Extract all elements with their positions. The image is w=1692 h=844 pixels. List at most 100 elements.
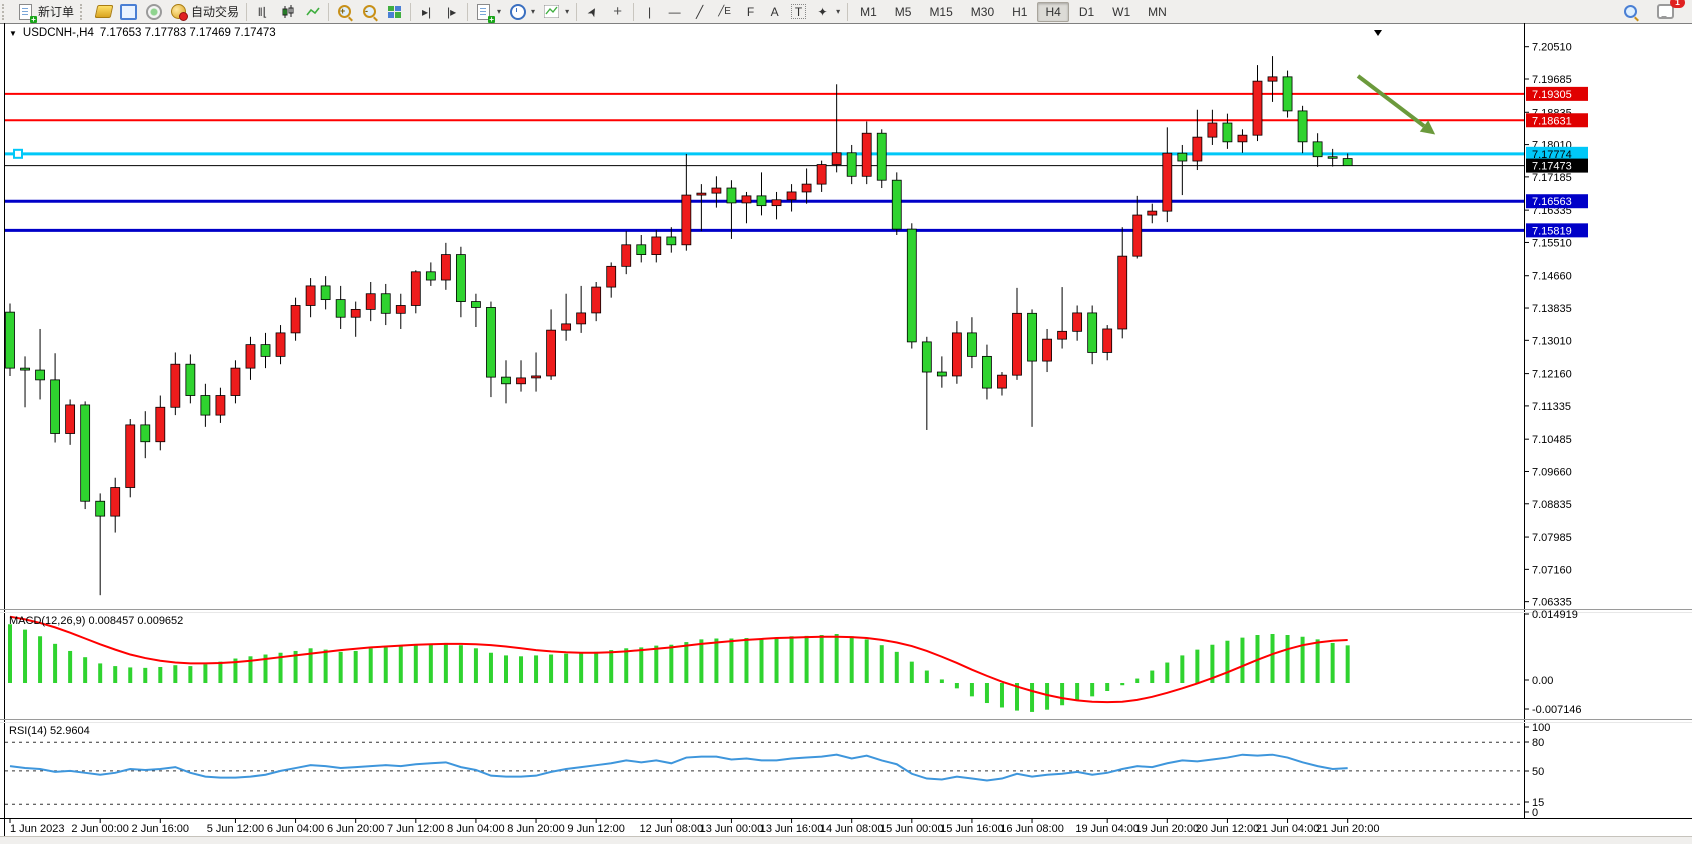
candle	[1283, 77, 1292, 111]
time-axis-label: 2 Jun 00:00	[71, 823, 129, 835]
rsi-label: RSI(14) 52.9604	[9, 725, 90, 737]
price-axis-label: 7.07160	[1532, 564, 1572, 576]
chart-ohlc: 7.17653 7.17783 7.17469 7.17473	[100, 27, 276, 39]
macd-axis-label: 0.014919	[1532, 609, 1578, 621]
candle	[622, 245, 631, 267]
candle	[1313, 142, 1322, 157]
candle	[862, 133, 871, 176]
candle	[126, 425, 135, 488]
price-axis-label: 7.09660	[1532, 466, 1572, 478]
candle	[261, 345, 270, 357]
candle	[1163, 153, 1172, 211]
candle	[36, 370, 45, 380]
price-axis-label: 7.12160	[1532, 369, 1572, 381]
candle	[246, 345, 255, 368]
macd-axis-label: 0.00	[1532, 675, 1553, 687]
candle	[291, 305, 300, 332]
candle	[712, 188, 721, 193]
candle	[682, 195, 691, 245]
candle	[1073, 313, 1082, 331]
candle	[982, 356, 991, 388]
candle	[652, 237, 661, 255]
candle	[1118, 256, 1127, 329]
candle	[802, 184, 811, 192]
candle	[201, 396, 210, 416]
time-axis-label: 1 Jun 2023	[10, 823, 64, 835]
rsi-axis-label: 80	[1532, 737, 1544, 749]
candle	[96, 501, 105, 516]
candle	[501, 377, 510, 384]
candle	[156, 407, 165, 441]
candle	[787, 192, 796, 200]
candle	[186, 364, 195, 395]
time-axis-label: 2 Jun 16:00	[132, 823, 190, 835]
macd-label: MACD(12,26,9) 0.008457 0.009652	[9, 615, 183, 627]
candle	[742, 196, 751, 203]
candle	[1103, 329, 1112, 352]
time-axis-label: 9 Jun 12:00	[567, 823, 625, 835]
candle	[577, 313, 586, 324]
time-axis-label: 12 Jun 08:00	[640, 823, 704, 835]
candle	[426, 272, 435, 280]
candle	[667, 237, 676, 245]
time-axis-label: 21 Jun 20:00	[1316, 823, 1380, 835]
candle	[1133, 215, 1142, 256]
candle	[1193, 137, 1202, 161]
candle	[381, 294, 390, 314]
candle	[592, 287, 601, 313]
level-handle[interactable]	[14, 150, 22, 158]
chart-symbol: USDCNH-,H4	[23, 27, 94, 39]
candle	[877, 133, 886, 180]
candle	[937, 372, 946, 376]
price-axis-label: 7.07985	[1532, 532, 1572, 544]
candle	[366, 294, 375, 310]
candle	[1178, 153, 1187, 161]
candle	[1013, 313, 1022, 375]
price-axis-label: 7.17185	[1532, 172, 1572, 184]
candle	[51, 380, 60, 434]
price-badge-label: 7.15819	[1532, 225, 1572, 237]
time-axis-label: 21 Jun 04:00	[1256, 823, 1320, 835]
time-axis-label: 15 Jun 00:00	[880, 823, 944, 835]
time-axis-label: 5 Jun 12:00	[207, 823, 265, 835]
candle	[141, 425, 150, 442]
candle	[471, 302, 480, 308]
time-axis-label: 6 Jun 20:00	[327, 823, 385, 835]
candle	[1028, 313, 1037, 361]
candle	[351, 309, 360, 317]
candle	[1328, 157, 1337, 159]
candle	[21, 368, 30, 370]
candle	[1298, 111, 1307, 142]
candle	[607, 266, 616, 287]
price-axis-label: 7.13010	[1532, 335, 1572, 347]
time-axis-label: 20 Jun 12:00	[1196, 823, 1260, 835]
time-axis-label: 19 Jun 20:00	[1135, 823, 1199, 835]
candle	[907, 229, 916, 342]
candle	[532, 376, 541, 378]
price-axis-label: 7.13835	[1532, 303, 1572, 315]
price-badge-label: 7.17473	[1532, 161, 1572, 173]
candle	[1223, 123, 1232, 142]
candle	[547, 330, 556, 376]
macd-axis-label: -0.007146	[1532, 704, 1582, 716]
candle	[952, 333, 961, 376]
chart-canvas[interactable]: 7.205107.196857.188357.180107.171857.163…	[0, 0, 1692, 844]
candle	[1088, 313, 1097, 353]
rsi-axis-label: 0	[1532, 807, 1538, 819]
candle	[231, 368, 240, 395]
candle	[1343, 159, 1352, 166]
candle	[637, 245, 646, 255]
time-axis-label: 16 Jun 08:00	[1000, 823, 1064, 835]
candle	[111, 488, 120, 517]
one-click-collapse-icon[interactable]: ▼	[9, 29, 17, 38]
candle	[562, 324, 571, 330]
price-badge-label: 7.18631	[1532, 115, 1572, 127]
candle	[847, 153, 856, 176]
candle	[456, 255, 465, 302]
candle	[727, 188, 736, 203]
price-badge-label: 7.19305	[1532, 89, 1572, 101]
candle	[697, 193, 706, 195]
candle	[1148, 211, 1157, 215]
price-badge-label: 7.16563	[1532, 196, 1572, 208]
candle	[1238, 135, 1247, 142]
